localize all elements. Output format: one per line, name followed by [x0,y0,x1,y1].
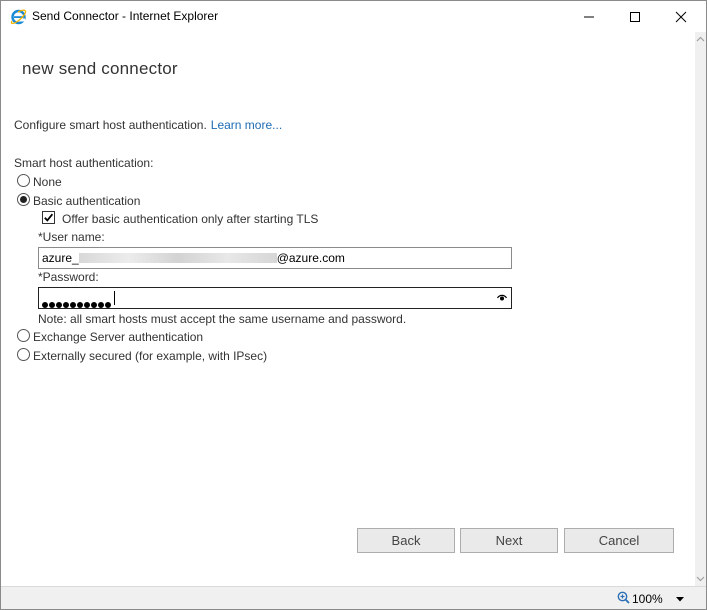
password-mask-dot [98,302,104,308]
reveal-password-eye-icon[interactable] [497,294,507,302]
password-mask-dot [84,302,90,308]
radio-exchange-server-authentication[interactable] [17,329,30,342]
minimize-icon [584,16,594,18]
password-mask-dot [70,302,76,308]
password-mask-dot [77,302,83,308]
username-input[interactable]: azure_ @azure.com [38,247,512,269]
radio-basic-authentication[interactable] [17,193,30,206]
auth-note: Note: all smart hosts must accept the sa… [38,312,407,326]
checkmark-icon [44,213,54,222]
password-mask-dot [63,302,69,308]
zoom-level[interactable]: 100% [632,592,663,606]
internet-explorer-icon [10,8,27,25]
zoom-dropdown-arrow-icon[interactable] [676,597,684,602]
password-mask-dot [105,302,111,308]
password-input[interactable] [38,287,512,309]
vertical-scrollbar[interactable] [695,32,706,586]
title-bar[interactable]: Send Connector - Internet Explorer [1,1,706,32]
zoom-icon[interactable] [617,591,630,604]
page-title: new send connector [22,59,178,78]
cancel-button[interactable]: Cancel [564,528,674,553]
learn-more-link[interactable]: Learn more... [211,118,282,132]
status-bar: 100% [1,586,706,609]
next-button[interactable]: Next [460,528,558,553]
redacted-text [78,253,277,263]
browser-window: Send Connector - Internet Explorer new s… [0,0,707,610]
username-label: *User name: [38,230,105,244]
smart-host-auth-label: Smart host authentication: [14,156,154,170]
radio-none[interactable] [17,174,30,187]
maximize-icon [630,12,640,22]
text-caret [114,291,115,305]
radio-externally-secured[interactable] [17,348,30,361]
username-value: azure_ @azure.com [42,251,345,265]
intro-text: Configure smart host authentication. Lear… [14,118,282,132]
radio-exchange-server-authentication-label[interactable]: Exchange Server authentication [33,330,203,344]
radio-externally-secured-label[interactable]: Externally secured (for example, with IP… [33,349,267,363]
password-mask [42,295,112,313]
password-mask-dot [91,302,97,308]
password-mask-dot [42,302,48,308]
password-mask-dot [56,302,62,308]
window-title: Send Connector - Internet Explorer [32,9,219,23]
minimize-button[interactable] [566,1,612,32]
username-prefix: azure_ [42,251,79,265]
password-label: *Password: [38,270,99,284]
intro-label: Configure smart host authentication. [14,118,207,132]
radio-basic-authentication-label[interactable]: Basic authentication [33,194,140,208]
scroll-down-arrow-icon[interactable] [695,573,706,584]
close-button[interactable] [658,1,704,32]
radio-none-label[interactable]: None [33,175,62,189]
scroll-up-arrow-icon[interactable] [695,34,706,45]
tls-checkbox-label[interactable]: Offer basic authentication only after st… [62,212,318,226]
close-icon [675,11,687,23]
tls-checkbox[interactable] [42,211,55,224]
maximize-button[interactable] [612,1,658,32]
password-mask-dot [49,302,55,308]
back-button[interactable]: Back [357,528,455,553]
username-suffix: @azure.com [276,251,345,265]
